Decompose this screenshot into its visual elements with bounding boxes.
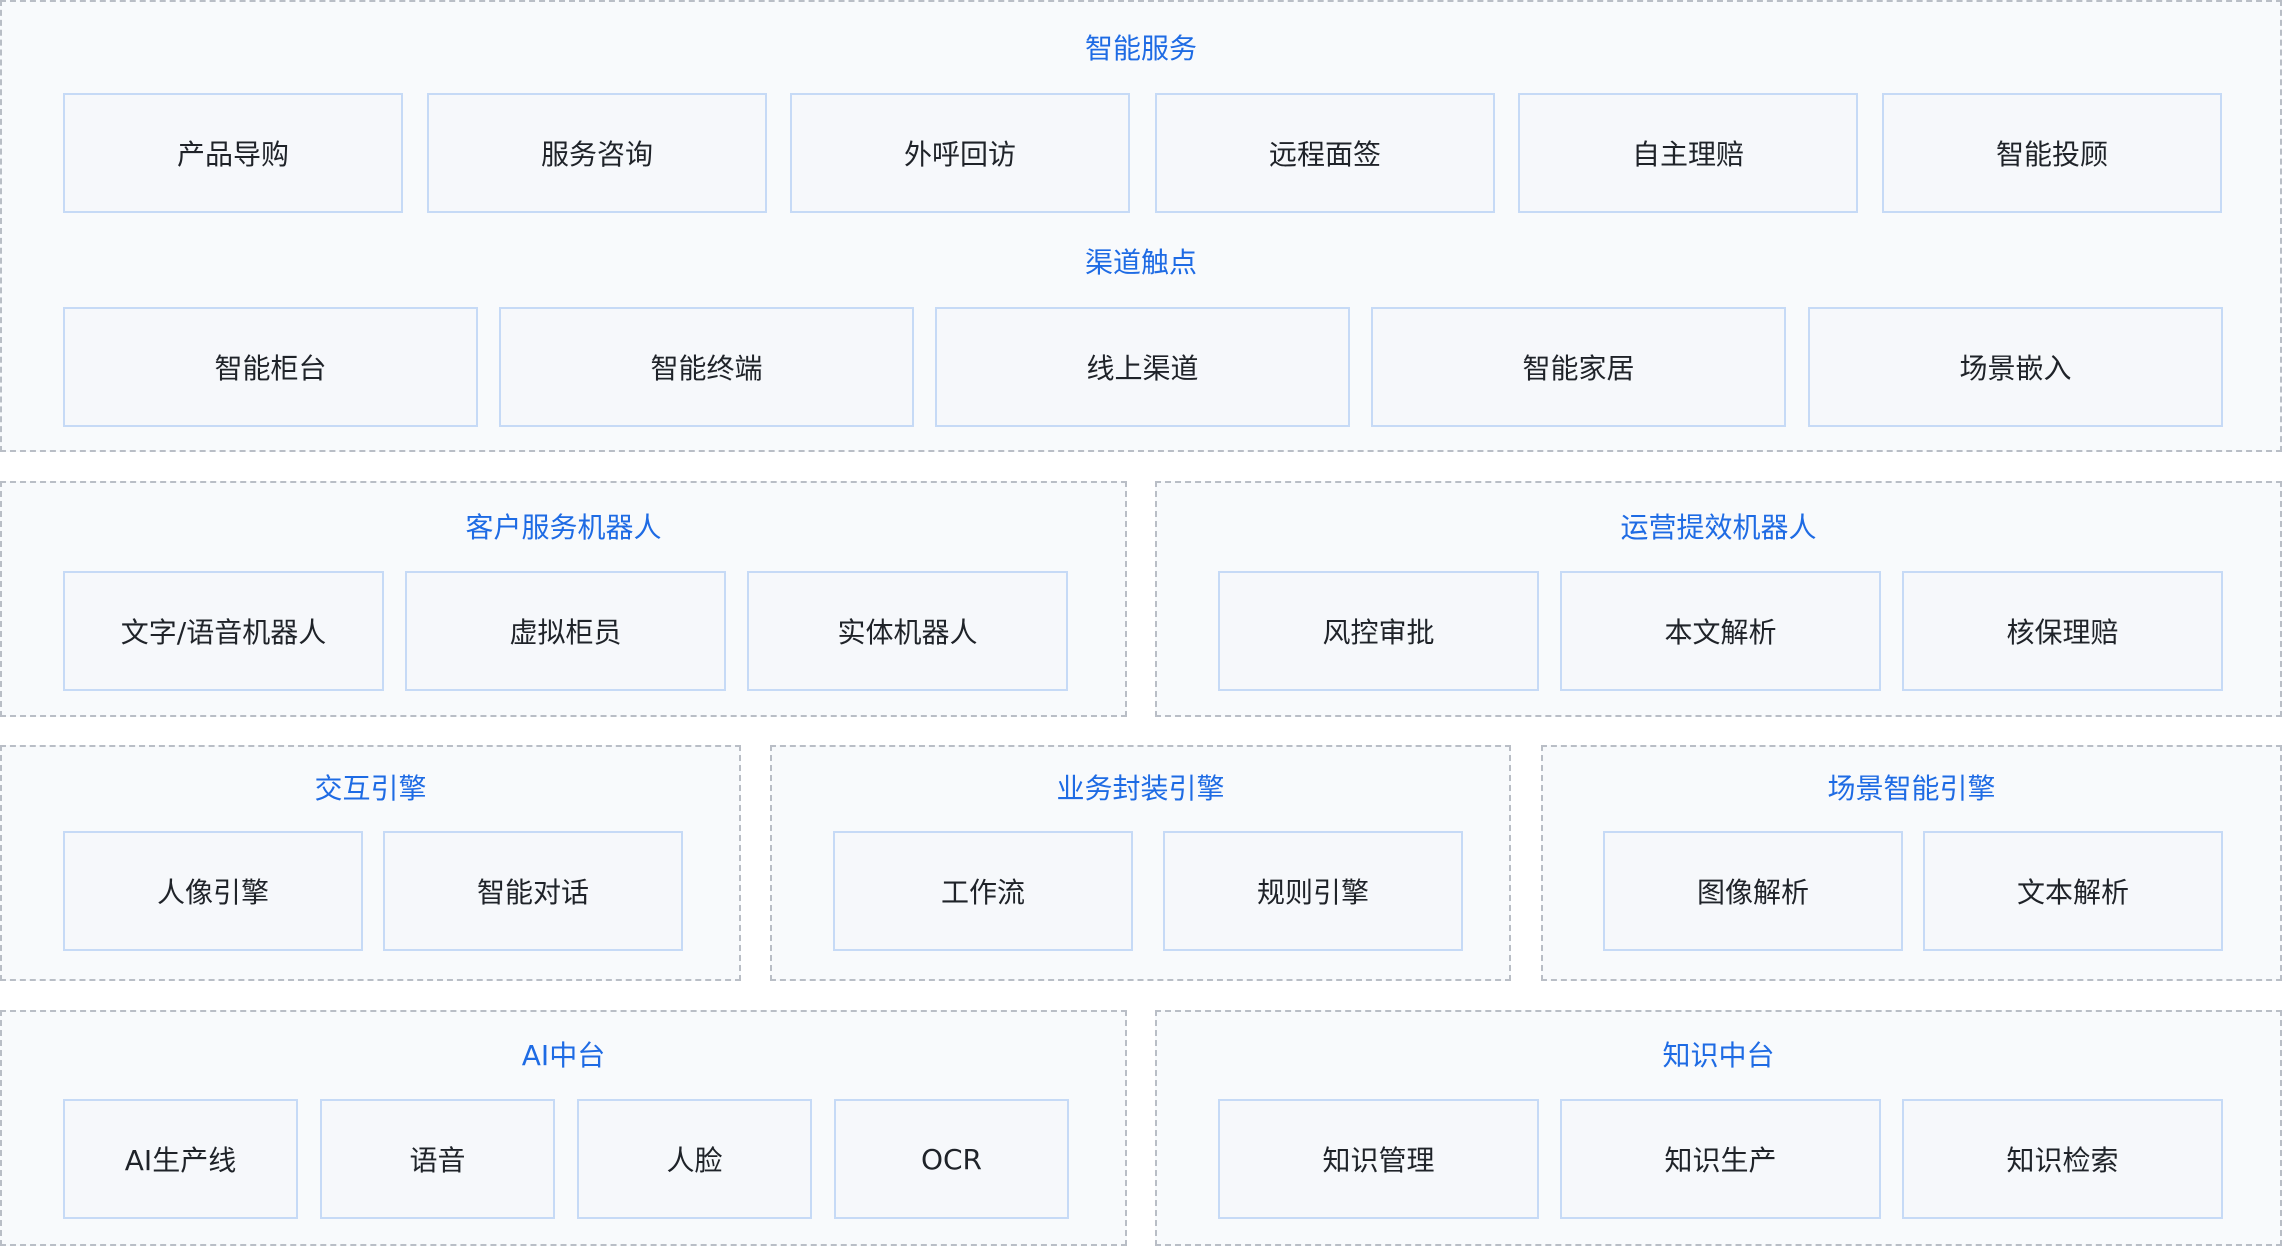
channel-item-online: 线上渠道: [935, 307, 1350, 427]
robot-item-virtual-teller: 虚拟柜员: [405, 571, 726, 691]
channel-item-smart-counter: 智能柜台: [63, 307, 478, 427]
channel-item-smart-terminal: 智能终端: [499, 307, 914, 427]
business-engine-panel: 业务封装引擎 工作流 规则引擎: [770, 745, 1511, 981]
engine-item-image-parsing: 图像解析: [1603, 831, 1903, 951]
robot-item-underwriting-claim: 核保理赔: [1902, 571, 2223, 691]
scene-engine-panel: 场景智能引擎 图像解析 文本解析: [1541, 745, 2282, 981]
platform-item-ocr: OCR: [834, 1099, 1069, 1219]
ai-platform-title: AI中台: [521, 1039, 606, 1072]
smart-service-title: 智能服务: [1084, 32, 1197, 65]
channel-item-scene-embed: 场景嵌入: [1808, 307, 2223, 427]
platform-item-ai-pipeline: AI生产线: [63, 1099, 298, 1219]
engine-item-portrait: 人像引擎: [63, 831, 363, 951]
business-engine-title: 业务封装引擎: [1056, 772, 1225, 805]
platform-item-face: 人脸: [577, 1099, 812, 1219]
ai-platform-panel: AI中台 AI生产线 语音 人脸 OCR: [0, 1010, 1127, 1246]
platform-item-speech: 语音: [320, 1099, 555, 1219]
service-item-robo-advisor: 智能投顾: [1882, 93, 2222, 213]
service-item-remote-signing: 远程面签: [1155, 93, 1495, 213]
customer-robot-title: 客户服务机器人: [465, 511, 662, 544]
channel-title: 渠道触点: [1084, 246, 1197, 279]
service-item-self-claim: 自主理赔: [1518, 93, 1858, 213]
platform-item-knowledge-search: 知识检索: [1902, 1099, 2223, 1219]
robot-item-text-parsing: 本文解析: [1560, 571, 1881, 691]
operation-robot-title: 运营提效机器人: [1620, 511, 1817, 544]
service-item-product-guide: 产品导购: [63, 93, 403, 213]
engine-item-rules: 规则引擎: [1163, 831, 1463, 951]
engine-item-workflow: 工作流: [833, 831, 1133, 951]
platform-item-knowledge-production: 知识生产: [1560, 1099, 1881, 1219]
customer-robot-panel: 客户服务机器人 文字/语音机器人 虚拟柜员 实体机器人: [0, 481, 1127, 717]
robot-item-risk-approval: 风控审批: [1218, 571, 1539, 691]
scene-engine-title: 场景智能引擎: [1827, 772, 1996, 805]
interaction-engine-title: 交互引擎: [314, 772, 427, 805]
robot-item-physical: 实体机器人: [747, 571, 1068, 691]
robot-item-text-voice: 文字/语音机器人: [63, 571, 384, 691]
service-item-consulting: 服务咨询: [427, 93, 767, 213]
smart-service-panel: 智能服务 产品导购 服务咨询 外呼回访 远程面签 自主理赔 智能投顾 渠道触点 …: [0, 0, 2282, 452]
engine-item-dialogue: 智能对话: [383, 831, 683, 951]
operation-robot-panel: 运营提效机器人 风控审批 本文解析 核保理赔: [1155, 481, 2282, 717]
interaction-engine-panel: 交互引擎 人像引擎 智能对话: [0, 745, 741, 981]
knowledge-platform-title: 知识中台: [1662, 1039, 1775, 1072]
channel-item-smart-home: 智能家居: [1371, 307, 1786, 427]
service-item-outbound-followup: 外呼回访: [790, 93, 1130, 213]
platform-item-knowledge-management: 知识管理: [1218, 1099, 1539, 1219]
knowledge-platform-panel: 知识中台 知识管理 知识生产 知识检索: [1155, 1010, 2282, 1246]
engine-item-text-parsing: 文本解析: [1923, 831, 2223, 951]
